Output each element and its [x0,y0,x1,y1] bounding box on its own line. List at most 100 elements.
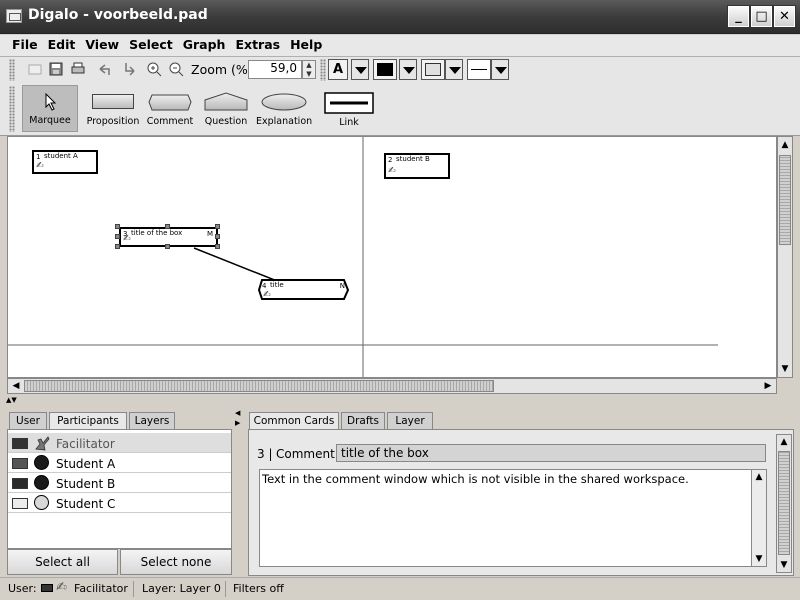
print-icon[interactable] [70,61,86,77]
resize-handle[interactable] [115,234,120,239]
tool-link[interactable]: Link [320,85,378,132]
select-all-button[interactable]: Select all [7,549,118,575]
resize-handle[interactable] [165,224,170,229]
menu-edit[interactable]: Edit [43,35,81,55]
participant-row[interactable]: Student A [8,453,231,473]
participant-name: Facilitator [56,437,115,451]
tool-link-label: Link [339,117,359,128]
line-style-button[interactable] [467,59,491,80]
redo-icon[interactable] [120,61,136,77]
resize-handle[interactable] [215,244,220,249]
spinner-down-icon[interactable]: ▼ [303,70,315,79]
argument-canvas[interactable]: 1 student A ✍ 2 student B ✍ 3 title of t… [7,136,777,378]
scrollbar-thumb[interactable] [779,155,791,245]
menu-help[interactable]: Help [285,35,327,55]
font-button[interactable]: A [328,59,348,80]
fill-color-dropdown-icon[interactable] [445,59,463,80]
scroll-down-icon[interactable]: ▼ [752,552,766,566]
fill-color-button[interactable] [421,59,445,80]
toolbar-grip[interactable] [9,59,15,81]
palette-grip[interactable] [9,86,15,132]
menu-graph[interactable]: Graph [178,35,231,55]
app-icon [6,9,22,23]
scroll-left-icon[interactable]: ◀ [9,379,23,393]
node-flag: N [339,282,345,290]
left-panel-tabs: User Participants Layers [7,412,232,431]
participant-row[interactable]: Facilitator [8,433,231,453]
zoom-out-icon[interactable] [168,61,184,77]
avatar [34,455,49,470]
scrollbar-thumb[interactable] [24,380,494,392]
tab-drafts[interactable]: Drafts [341,412,385,430]
menu-select[interactable]: Select [124,35,178,55]
proposition-shape-icon [92,94,134,109]
collapse-right-icon[interactable]: ▶ [235,419,240,427]
resize-handle[interactable] [215,234,220,239]
node-2[interactable]: 2 student B ✍ [384,153,450,179]
resize-handle[interactable] [115,244,120,249]
resize-handle[interactable] [115,224,120,229]
scroll-up-icon[interactable]: ▲ [777,435,791,449]
status-bar: User: ✍ Facilitator Layer: Layer 0 Filte… [0,577,800,600]
scroll-up-icon[interactable]: ▲ [778,138,792,152]
tool-marquee[interactable]: Marquee [22,85,78,132]
card-number: 3 | [257,447,273,461]
user-color-swatch [41,584,53,592]
close-button[interactable]: ✕ [774,6,795,27]
undo-icon[interactable] [97,61,113,77]
fill-color-swatch [425,63,441,76]
collapse-arrows-icon[interactable]: ▲▼ [6,396,17,404]
tool-marquee-label: Marquee [29,115,71,126]
tool-explanation[interactable]: Explanation [256,85,312,132]
tab-layer[interactable]: Layer [387,412,433,430]
participant-color [12,458,28,469]
node-4[interactable]: 4 title N ✍ [258,279,350,301]
save-icon[interactable] [48,61,64,77]
font-dropdown-icon[interactable] [351,59,369,80]
participant-row[interactable]: Student B [8,473,231,493]
node-flag: M [206,230,213,238]
card-title-field[interactable]: title of the box [336,444,766,462]
zoom-spinner[interactable]: ▲ ▼ [302,60,316,79]
menu-extras[interactable]: Extras [230,35,285,55]
tool-proposition[interactable]: Proposition [86,85,140,132]
link-line[interactable] [193,247,283,284]
tool-question[interactable]: Question [200,85,252,132]
tab-user[interactable]: User [9,412,47,430]
minimize-button[interactable]: _ [728,6,749,27]
node-1[interactable]: 1 student A ✍ [32,150,98,174]
menu-file[interactable]: File [7,35,43,55]
collapse-left-icon[interactable]: ◀ [235,409,240,417]
toolbar-grip-2[interactable] [320,59,326,81]
zoom-in-icon[interactable] [146,61,162,77]
participant-row[interactable]: Student C [8,493,231,513]
card-body-textarea[interactable]: Text in the comment window which is not … [259,469,766,567]
text-color-dropdown-icon[interactable] [399,59,417,80]
resize-handle[interactable] [165,244,170,249]
scroll-right-icon[interactable]: ▶ [761,379,775,393]
text-color-button[interactable] [373,59,397,80]
tab-layers[interactable]: Layers [129,412,175,430]
link-shape-icon [324,92,374,114]
body-scrollbar[interactable]: ▲ ▼ [751,469,767,567]
maximize-button[interactable]: □ [751,6,772,27]
zoom-label: Zoom (%) [191,62,253,77]
panel-scrollbar[interactable]: ▲ ▼ [776,434,792,573]
horizontal-splitter[interactable]: ▲▼ [0,396,800,405]
menu-view[interactable]: View [80,35,124,55]
canvas-horizontal-scrollbar[interactable]: ◀ ▶ [7,378,777,394]
canvas-vertical-scrollbar[interactable]: ▲ ▼ [777,136,793,378]
scroll-down-icon[interactable]: ▼ [778,362,792,376]
scrollbar-thumb[interactable] [778,451,790,555]
resize-handle[interactable] [215,224,220,229]
zoom-input[interactable]: 59,0 [248,60,302,79]
scroll-down-icon[interactable]: ▼ [777,558,791,572]
line-style-dropdown-icon[interactable] [491,59,509,80]
vertical-splitter[interactable]: ◀ ▶ [234,407,243,575]
tool-comment[interactable]: Comment [144,85,196,132]
spinner-up-icon[interactable]: ▲ [303,61,315,70]
select-none-button[interactable]: Select none [120,549,232,575]
pointer-icon [45,93,57,111]
new-icon[interactable] [27,61,43,77]
scroll-up-icon[interactable]: ▲ [752,470,766,484]
